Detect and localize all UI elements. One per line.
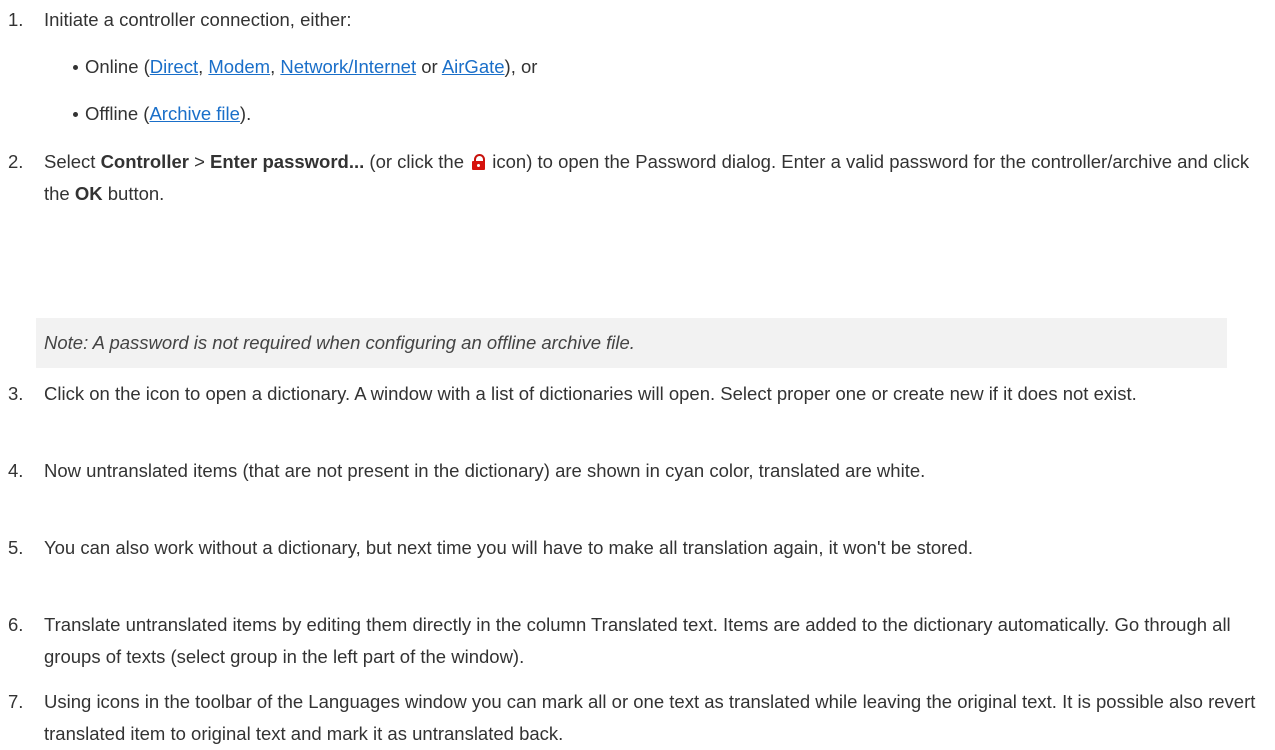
step-number: 5. (8, 537, 24, 558)
step-4: 4. Now untranslated items (that are not … (8, 455, 1265, 487)
step-text: Translate untranslated items by editing … (44, 614, 1231, 667)
step-number: 6. (8, 614, 24, 635)
link-network-internet[interactable]: Network/Internet (280, 56, 416, 77)
menu-enter-password: Enter password... (210, 151, 365, 172)
link-airgate[interactable]: AirGate (442, 56, 505, 77)
lock-icon (471, 154, 486, 170)
step-3: 3. Click on the icon to open a dictionar… (8, 378, 1265, 410)
step-5: 5. You can also work without a dictionar… (8, 532, 1265, 564)
step-7: 7. Using icons in the toolbar of the Lan… (8, 686, 1265, 750)
step-text: Initiate a controller connection, either… (44, 9, 352, 30)
bullet-dot (73, 65, 78, 70)
help-document: 1. Initiate a controller connection, eit… (0, 0, 1275, 744)
step-number: 4. (8, 460, 24, 481)
step-2: 2. Select Controller > Enter password...… (8, 146, 1265, 210)
step-number: 7. (8, 691, 24, 712)
bullet-dot (73, 112, 78, 117)
bullet-online: Online (Direct, Modem, Network/Internet … (73, 51, 537, 83)
step-number: 2. (8, 151, 24, 172)
step-number: 3. (8, 383, 24, 404)
ok-button-label: OK (74, 183, 103, 204)
link-modem[interactable]: Modem (208, 56, 270, 77)
link-direct[interactable]: Direct (150, 56, 198, 77)
step-text: Select Controller > Enter password... (o… (44, 151, 1250, 204)
menu-controller: Controller (100, 151, 189, 172)
step-6: 6. Translate untranslated items by editi… (8, 609, 1265, 673)
step-text: You can also work without a dictionary, … (44, 537, 974, 558)
note-box: Note: A password is not required when co… (36, 318, 1227, 368)
step-text: Now untranslated items (that are not pre… (44, 460, 926, 481)
bullet-offline: Offline (Archive file). (73, 98, 251, 130)
step-text: Click on the icon to open a dictionary. … (44, 383, 1137, 404)
link-archive-file[interactable]: Archive file (149, 103, 239, 124)
step-text: Using icons in the toolbar of the Langua… (44, 691, 1256, 744)
step-1: 1. Initiate a controller connection, eit… (8, 4, 1265, 36)
step-number: 1. (8, 9, 24, 30)
